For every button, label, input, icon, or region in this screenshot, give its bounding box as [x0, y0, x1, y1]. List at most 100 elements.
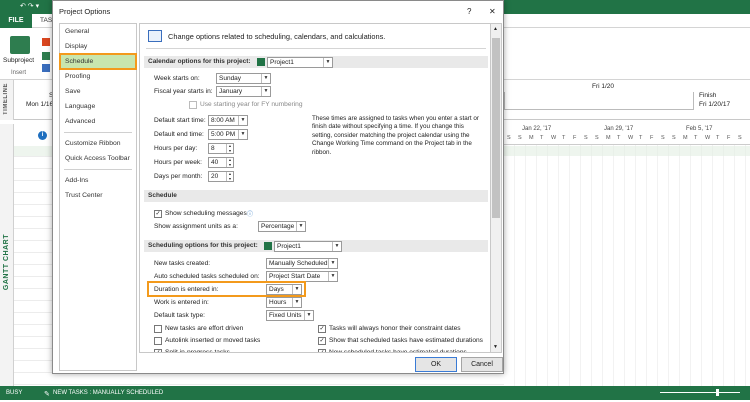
gantt-day-label: T: [540, 135, 544, 141]
nav-item-customize-ribbon[interactable]: Customize Ribbon: [60, 136, 136, 151]
info-icon: ⓘ: [247, 212, 254, 218]
ribbon-icon[interactable]: [42, 38, 50, 46]
nav-item-add-ins[interactable]: Add-Ins: [60, 173, 136, 188]
gantt-day-label: S: [584, 135, 588, 141]
zoom-thumb[interactable]: [716, 389, 719, 396]
header-divider: [146, 48, 486, 49]
status-new-tasks[interactable]: NEW TASKS : MANUALLY SCHEDULED: [53, 386, 163, 400]
gantt-day-label: M: [529, 135, 534, 141]
option-checkbox[interactable]: [154, 325, 162, 333]
gantt-week-label: Feb 5, '17: [686, 126, 713, 132]
start-time-select[interactable]: 8:00 AM ▼: [208, 115, 248, 126]
chevron-down-icon: ▼: [292, 285, 301, 294]
ok-button[interactable]: OK: [415, 357, 457, 372]
option-checkbox[interactable]: ✓: [318, 337, 326, 345]
end-time-select[interactable]: 5:00 PM ▼: [208, 129, 248, 140]
spinner-arrows-icon[interactable]: ▲ ▼: [226, 144, 233, 153]
status-bar: BUSY ✎ NEW TASKS : MANUALLY SCHEDULED: [0, 386, 750, 400]
fy-numbering-checkbox[interactable]: [189, 101, 197, 109]
gantt-day-label: M: [606, 135, 611, 141]
option-checkbox-label: New tasks are effort driven: [165, 325, 244, 332]
option-checkbox[interactable]: ✓: [318, 349, 326, 352]
fy-numbering-label: Use starting year for FY numbering: [200, 101, 303, 108]
task-type-select[interactable]: Fixed Units ▼: [266, 310, 314, 321]
zoom-slider[interactable]: [660, 392, 740, 393]
timeline-finish-date: Fri 1/20/17: [699, 101, 731, 108]
spinner-arrows-icon[interactable]: ▲ ▼: [226, 172, 233, 181]
gantt-day-label: S: [507, 135, 511, 141]
help-icon[interactable]: ?: [467, 7, 471, 16]
option-checkbox[interactable]: ✓: [318, 325, 326, 333]
chevron-down-icon: ▼: [304, 311, 313, 320]
task-type-label: Default task type:: [154, 312, 205, 319]
gantt-day-label: T: [639, 135, 643, 141]
gantt-day-label: S: [518, 135, 522, 141]
timeline-bar[interactable]: [504, 92, 694, 110]
chevron-down-icon: ▼: [296, 222, 305, 231]
days-per-month-spinner[interactable]: 20 ▲ ▼: [208, 171, 234, 182]
auto-scheduled-select[interactable]: Project Start Date ▼: [266, 271, 338, 282]
gantt-grid: [504, 145, 750, 386]
nav-item-save[interactable]: Save: [60, 84, 136, 99]
new-tasks-select[interactable]: Manually Scheduled ▼: [266, 258, 338, 269]
nav-item-schedule[interactable]: Schedule: [59, 53, 137, 70]
project-options-dialog: Project Options ? ✕ General Display Schedu…: [52, 0, 504, 374]
ribbon-icon[interactable]: [42, 64, 50, 72]
gantt-day-label: S: [661, 135, 665, 141]
week-starts-select[interactable]: Sunday ▼: [216, 73, 271, 84]
assignment-units-label: Show assignment units as a:: [154, 223, 238, 230]
subproject-icon[interactable]: [10, 36, 30, 54]
quick-access-toolbar[interactable]: ↶ ↷ ▾: [20, 2, 39, 10]
scroll-thumb[interactable]: [492, 38, 500, 218]
calendar-project-select[interactable]: Project1 ▼: [267, 57, 333, 68]
gantt-day-label: F: [650, 135, 654, 141]
option-checkbox-label: Autolink inserted or moved tasks: [165, 337, 261, 344]
chevron-down-icon[interactable]: ▼: [493, 344, 498, 350]
cancel-button[interactable]: Cancel: [461, 357, 503, 372]
options-nav: General Display Schedule Proofing Save Langua…: [59, 23, 137, 371]
option-checkbox[interactable]: ✓: [154, 349, 162, 352]
fiscal-year-select[interactable]: January ▼: [216, 86, 271, 97]
nav-item-proofing[interactable]: Proofing: [60, 69, 136, 84]
option-checkbox-label: New scheduled tasks have estimated durat…: [329, 349, 467, 353]
nav-item-advanced[interactable]: Advanced: [60, 114, 136, 129]
nav-item-language[interactable]: Language: [60, 99, 136, 114]
nav-separator: [64, 132, 132, 133]
subproject-label[interactable]: Subproject: [3, 57, 34, 64]
chevron-down-icon: ▼: [323, 58, 332, 67]
show-messages-checkbox[interactable]: ✓: [154, 210, 162, 218]
duration-select[interactable]: Days ▼: [266, 284, 302, 295]
hours-per-week-spinner[interactable]: 40 ▲ ▼: [208, 157, 234, 168]
hours-per-day-spinner[interactable]: 8 ▲ ▼: [208, 143, 234, 154]
nav-item-trust-center[interactable]: Trust Center: [60, 188, 136, 203]
fiscal-year-label: Fiscal year starts in:: [154, 88, 213, 95]
work-select[interactable]: Hours ▼: [266, 297, 302, 308]
dialog-scrollbar[interactable]: ▲ ▼: [491, 23, 502, 353]
duration-label: Duration is entered in:: [154, 286, 219, 293]
nav-item-quick-access-toolbar[interactable]: Quick Access Toolbar: [60, 151, 136, 166]
timeline-finish-label: Finish: [699, 92, 717, 99]
tab-task[interactable]: TAS: [40, 17, 52, 24]
scheduling-project-select[interactable]: Project1 ▼: [274, 241, 342, 252]
assignment-units-select[interactable]: Percentage ▼: [258, 221, 306, 232]
option-checkbox[interactable]: [154, 337, 162, 345]
chevron-up-icon[interactable]: ▲: [493, 26, 498, 32]
file-tab[interactable]: FILE: [0, 14, 32, 28]
schedule-section-label: Schedule: [148, 192, 177, 199]
option-checkbox-label: Tasks will always honor their constraint…: [329, 325, 461, 332]
chevron-down-icon: ▼: [238, 116, 247, 125]
dialog-title: Project Options: [59, 7, 111, 16]
chevron-down-icon: ▼: [261, 74, 270, 83]
close-icon[interactable]: ✕: [489, 7, 496, 16]
chevron-down-icon: ▼: [261, 87, 270, 96]
ribbon-icon[interactable]: [42, 52, 50, 60]
nav-item-general[interactable]: General: [60, 24, 136, 39]
nav-item-display[interactable]: Display: [60, 39, 136, 54]
project-icon: [257, 58, 265, 66]
spinner-arrows-icon[interactable]: ▲ ▼: [226, 158, 233, 167]
gantt-day-label: M: [683, 135, 688, 141]
timeline-side-label: TIMELINE: [0, 80, 14, 120]
gantt-day-label: T: [617, 135, 621, 141]
gantt-side-label: GANTT CHART: [0, 124, 14, 386]
gantt-day-label: S: [672, 135, 676, 141]
